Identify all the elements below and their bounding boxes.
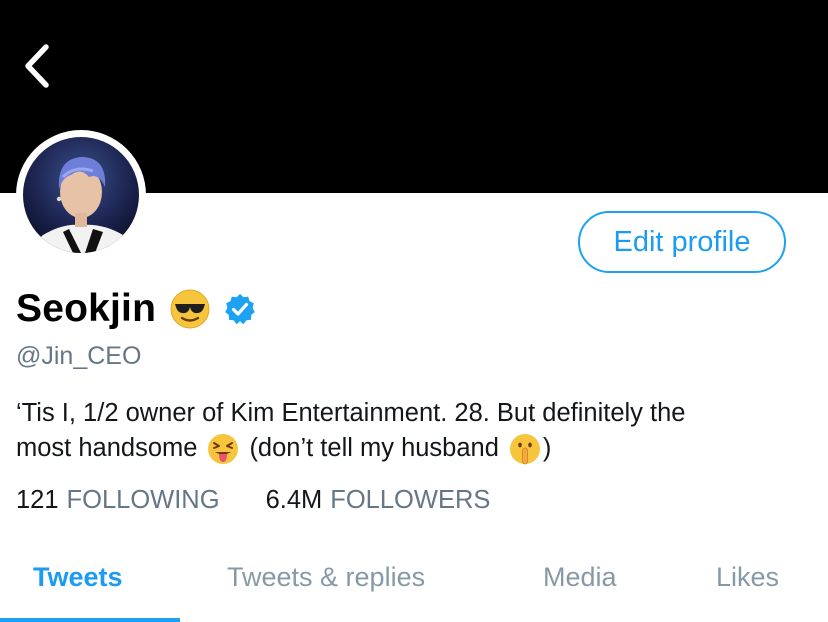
tab-media[interactable]: Media [543, 562, 617, 593]
user-handle: @Jin_CEO [16, 342, 142, 370]
profile-stats: 121 FOLLOWING 6.4M FOLLOWERS [16, 486, 490, 515]
followers-count: 6.4M [265, 486, 323, 514]
tab-likes[interactable]: Likes [716, 562, 779, 593]
bio-line-2: most handsome (don’t tell my husband ) [16, 431, 816, 466]
following-count: 121 [16, 486, 59, 514]
tab-tweets[interactable]: Tweets [33, 562, 123, 593]
edit-profile-button[interactable]: Edit profile [578, 211, 786, 273]
profile-page: Edit profile Seokjin @Jin_CEO ‘Tis I, 1/… [0, 0, 828, 622]
profile-tabs: Tweets Tweets & replies Media Likes [0, 548, 828, 622]
back-button[interactable] [18, 40, 62, 92]
chevron-left-icon [25, 44, 49, 88]
bio-text-segment: (don’t tell my husband [249, 434, 499, 462]
bio-text-segment: ) [542, 434, 552, 462]
tongue-out-emoji-icon [208, 433, 239, 464]
profile-bio: ‘Tis I, 1/2 owner of Kim Entertainment. … [16, 396, 816, 466]
followers-label: FOLLOWERS [330, 486, 491, 514]
bio-text-segment: most handsome [16, 434, 198, 462]
avatar-image [23, 137, 139, 253]
verified-badge-icon [225, 294, 255, 325]
display-name: Seokjin [16, 287, 157, 330]
name-row: Seokjin [16, 284, 256, 334]
tab-tweets-and-replies[interactable]: Tweets & replies [227, 562, 425, 593]
following-label: FOLLOWING [66, 486, 220, 514]
sunglasses-emoji-icon [170, 289, 210, 329]
followers-stat[interactable]: 6.4M FOLLOWERS [266, 486, 491, 515]
active-tab-indicator [0, 618, 180, 622]
shushing-face-emoji-icon [509, 433, 540, 464]
bio-line-1: ‘Tis I, 1/2 owner of Kim Entertainment. … [16, 399, 686, 427]
avatar[interactable] [16, 130, 146, 260]
following-stat[interactable]: 121 FOLLOWING [16, 486, 220, 515]
